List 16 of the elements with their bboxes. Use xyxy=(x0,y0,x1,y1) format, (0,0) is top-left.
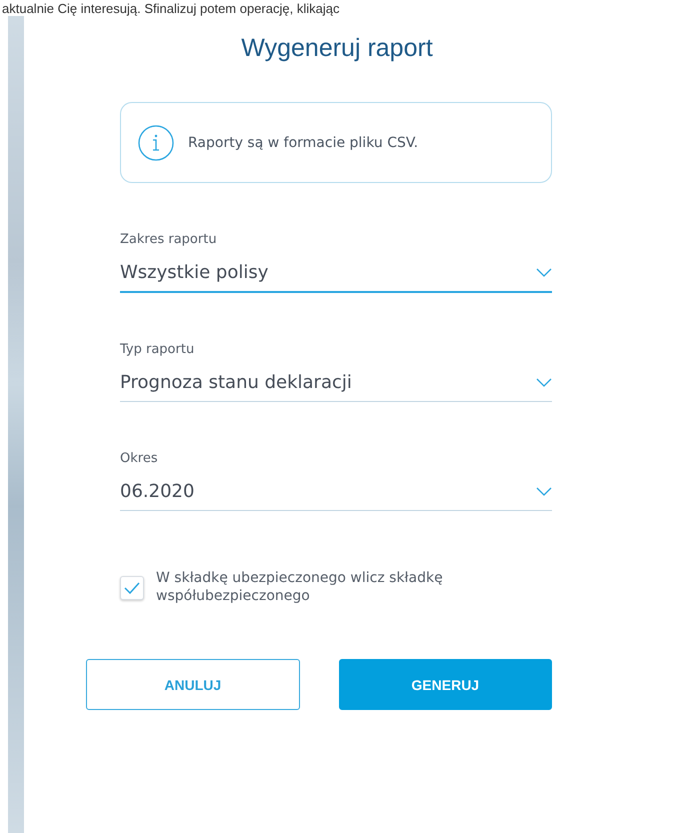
field-label: Zakres raportu xyxy=(120,232,218,247)
dialog-title: Wygeneruj raport xyxy=(241,34,433,63)
select-field[interactable]: Wszystkie polisy xyxy=(120,253,552,293)
checkbox[interactable] xyxy=(120,576,144,600)
info-text: Raporty są w formacie pliku CSV. xyxy=(188,134,418,150)
check-icon xyxy=(124,582,140,594)
select-field[interactable]: Prognoza stanu deklaracji xyxy=(120,363,552,402)
checkbox-label: W składkę ubezpieczonego wlicz składkę współubezpieczonego xyxy=(156,569,444,605)
select-field[interactable]: 06.2020 xyxy=(120,472,552,511)
info-icon xyxy=(138,124,174,160)
background-text: aktualnie Cię interesują. Sfinalizuj potem operację, klikając xyxy=(2,0,340,16)
field-label: Typ raportu xyxy=(120,342,196,357)
chevron-down-icon xyxy=(536,486,552,496)
chevron-down-icon xyxy=(536,268,552,276)
chevron-down-icon xyxy=(536,378,552,386)
field-label: Okres xyxy=(120,451,159,466)
